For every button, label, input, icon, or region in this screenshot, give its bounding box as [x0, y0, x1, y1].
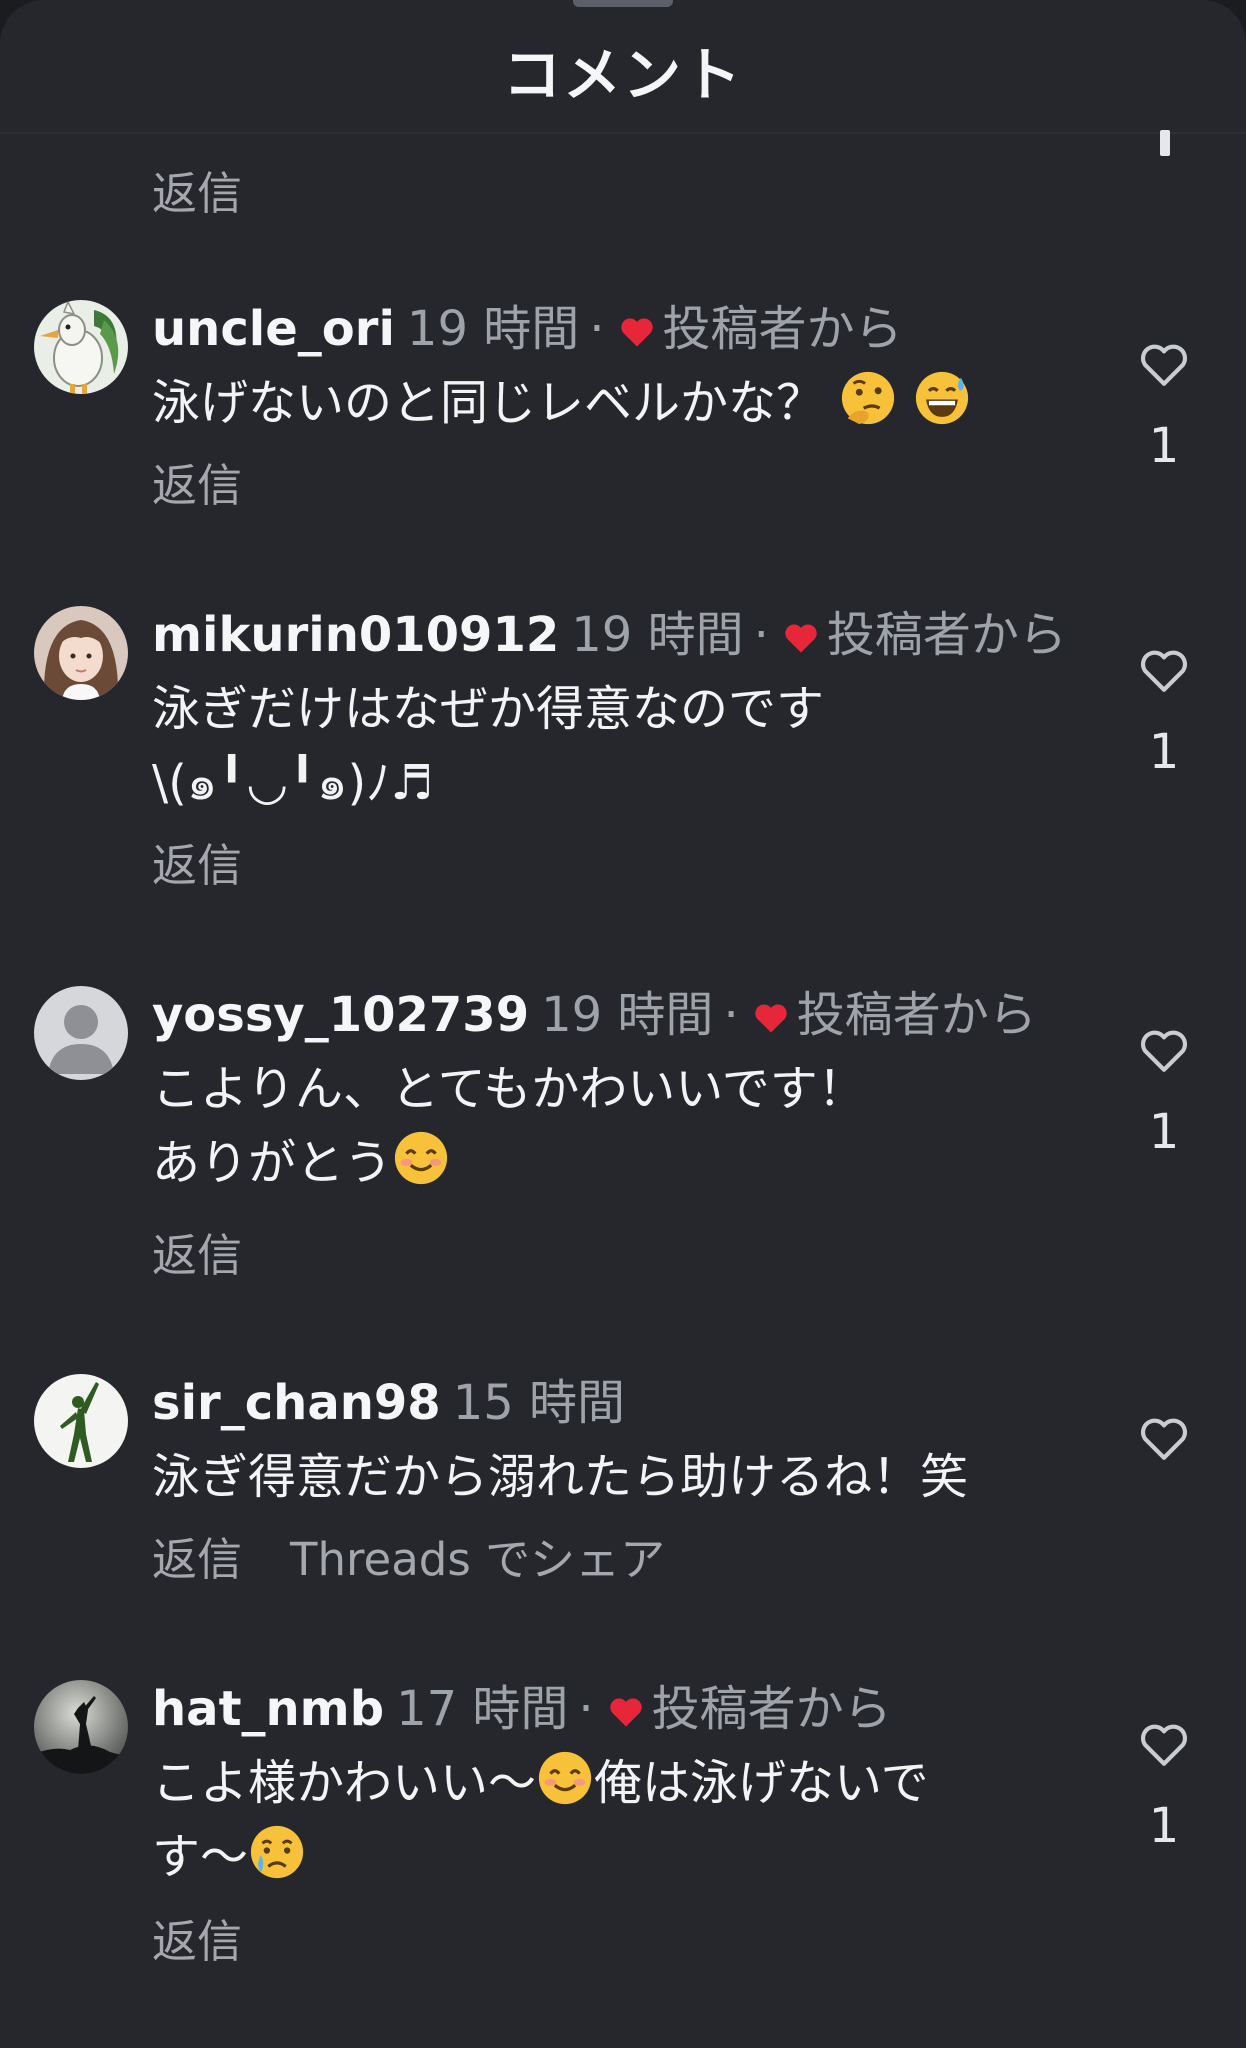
- comment-text-content: ありがとう: [152, 1135, 393, 1191]
- username[interactable]: yossy_102739: [152, 987, 529, 1043]
- grinning-sweat-face-emoji-icon: [915, 371, 968, 425]
- author-liked-label: 投稿者から: [662, 301, 903, 357]
- thinking-face-emoji-icon: [842, 371, 895, 425]
- heart-outline-icon[interactable]: [1139, 1722, 1189, 1768]
- separator-dot: ·: [723, 987, 739, 1043]
- comment-text-line: \(๑╹◡╹๑)ﾉ♬: [152, 755, 434, 811]
- comment-actions: 返信: [152, 1912, 242, 1972]
- default-avatar-icon: [34, 986, 128, 1080]
- timestamp: 19 時間: [406, 301, 580, 357]
- smiling-face-emoji-icon: [538, 1751, 592, 1805]
- comment-meta: sir_chan98 15 時間: [152, 1370, 625, 1436]
- comment-meta: mikurin010912 19 時間 · 投稿者から: [152, 602, 1067, 668]
- separator-dot: ·: [589, 301, 605, 357]
- separator-dot: ·: [578, 1681, 594, 1737]
- like-count: 1: [1148, 724, 1180, 780]
- like-count: 1: [1148, 418, 1180, 474]
- comment-text-content: 泳げないのと同じレベルかな？: [152, 375, 825, 431]
- sheet-grabber[interactable]: [573, 0, 673, 7]
- comment-text: こよ様かわいい〜 俺は泳げないで す〜: [152, 1746, 1092, 1894]
- comment-text-line-with-emoji: す〜: [152, 1820, 1092, 1894]
- comment-text-content: こよ様かわいい〜: [152, 1755, 537, 1811]
- avatar[interactable]: [34, 1374, 128, 1468]
- reply-button[interactable]: 返信: [152, 1229, 242, 1282]
- author-liked-heart-icon: [620, 318, 653, 347]
- author-liked-label: 投稿者から: [826, 607, 1067, 663]
- reply-button[interactable]: 返信: [152, 839, 242, 892]
- comment-text: こよりん、とてもかわいいです！ ありがとう: [152, 1052, 1092, 1200]
- avatar-bird-illustration: [34, 300, 128, 394]
- avatar[interactable]: [34, 986, 128, 1080]
- heart-outline-icon[interactable]: [1139, 1416, 1189, 1462]
- timestamp: 17 時間: [396, 1681, 569, 1737]
- comment-text-content: す〜: [152, 1829, 249, 1885]
- comment-text-line: こよりん、とてもかわいいです！: [152, 1061, 866, 1117]
- comment-actions: 返信: [152, 1226, 242, 1286]
- reply-button[interactable]: 返信: [152, 1915, 242, 1968]
- heart-outline-icon[interactable]: [1139, 342, 1189, 388]
- like-count: 1: [1148, 1104, 1180, 1160]
- timestamp: 19 時間: [571, 607, 744, 663]
- comment-actions: 返信: [152, 836, 242, 896]
- comment-text-content: 泳ぎ得意だから溺れたら助けるね！笑: [152, 1449, 969, 1505]
- like-count: 1: [1148, 1798, 1180, 1854]
- comment-text-content: 俺は泳げないで: [594, 1755, 929, 1811]
- comments-sheet: コメント 返信 uncle_ori 19 時間 · 投稿者から 泳げないのと同じレベル: [0, 0, 1246, 2048]
- comment-actions: 返信 Threads でシェア: [152, 1530, 665, 1590]
- sheet-title: コメント: [502, 41, 743, 109]
- avatar[interactable]: [34, 606, 128, 700]
- heart-outline-icon[interactable]: [1139, 1028, 1189, 1074]
- reply-button[interactable]: 返信: [152, 157, 242, 222]
- avatar-figure-silhouette: [34, 1374, 128, 1468]
- username[interactable]: mikurin010912: [152, 607, 559, 663]
- comment-actions: 返信: [152, 456, 242, 516]
- header-divider: [0, 132, 1246, 134]
- heart-outline-icon[interactable]: [1139, 648, 1189, 694]
- comment-text: 泳ぎだけはなぜか得意なのです \(๑╹◡╹๑)ﾉ♬: [152, 672, 1092, 820]
- separator-dot: ·: [753, 607, 769, 663]
- author-liked-heart-icon: [785, 624, 817, 653]
- avatar[interactable]: [34, 300, 128, 394]
- crying-face-emoji-icon: [250, 1825, 304, 1879]
- smiling-face-emoji-icon: [394, 1131, 448, 1185]
- comment-meta: uncle_ori 19 時間 · 投稿者から: [152, 296, 903, 362]
- comment-text: 泳ぎ得意だから溺れたら助けるね！笑: [152, 1440, 1092, 1514]
- username[interactable]: sir_chan98: [152, 1375, 441, 1431]
- comment-text: 泳げないのと同じレベルかな？: [152, 366, 1092, 440]
- reply-button[interactable]: 返信: [152, 459, 242, 512]
- comment-meta: yossy_102739 19 時間 · 投稿者から: [152, 982, 1037, 1048]
- share-to-threads-button[interactable]: Threads でシェア: [290, 1533, 665, 1586]
- comment-meta: hat_nmb 17 時間 · 投稿者から: [152, 1676, 892, 1742]
- comment-text-line: 泳ぎだけはなぜか得意なのです: [152, 681, 825, 737]
- reply-button[interactable]: 返信: [152, 1533, 242, 1586]
- like-count-partial: [1160, 130, 1170, 156]
- author-liked-label: 投稿者から: [651, 1681, 892, 1737]
- author-liked-label: 投稿者から: [796, 987, 1037, 1043]
- username[interactable]: hat_nmb: [152, 1681, 384, 1737]
- avatar-person-photo: [34, 606, 128, 700]
- username[interactable]: uncle_ori: [152, 301, 395, 357]
- timestamp: 19 時間: [541, 987, 714, 1043]
- comment-text-line-with-emoji: ありがとう: [152, 1126, 1092, 1200]
- author-liked-heart-icon: [754, 1004, 787, 1033]
- timestamp: 15 時間: [452, 1375, 626, 1431]
- author-liked-heart-icon: [609, 1698, 642, 1727]
- avatar-silhouette-photo: [34, 1680, 128, 1774]
- comment-text-line-with-emoji: こよ様かわいい〜 俺は泳げないで: [152, 1746, 1092, 1820]
- avatar[interactable]: [34, 1680, 128, 1774]
